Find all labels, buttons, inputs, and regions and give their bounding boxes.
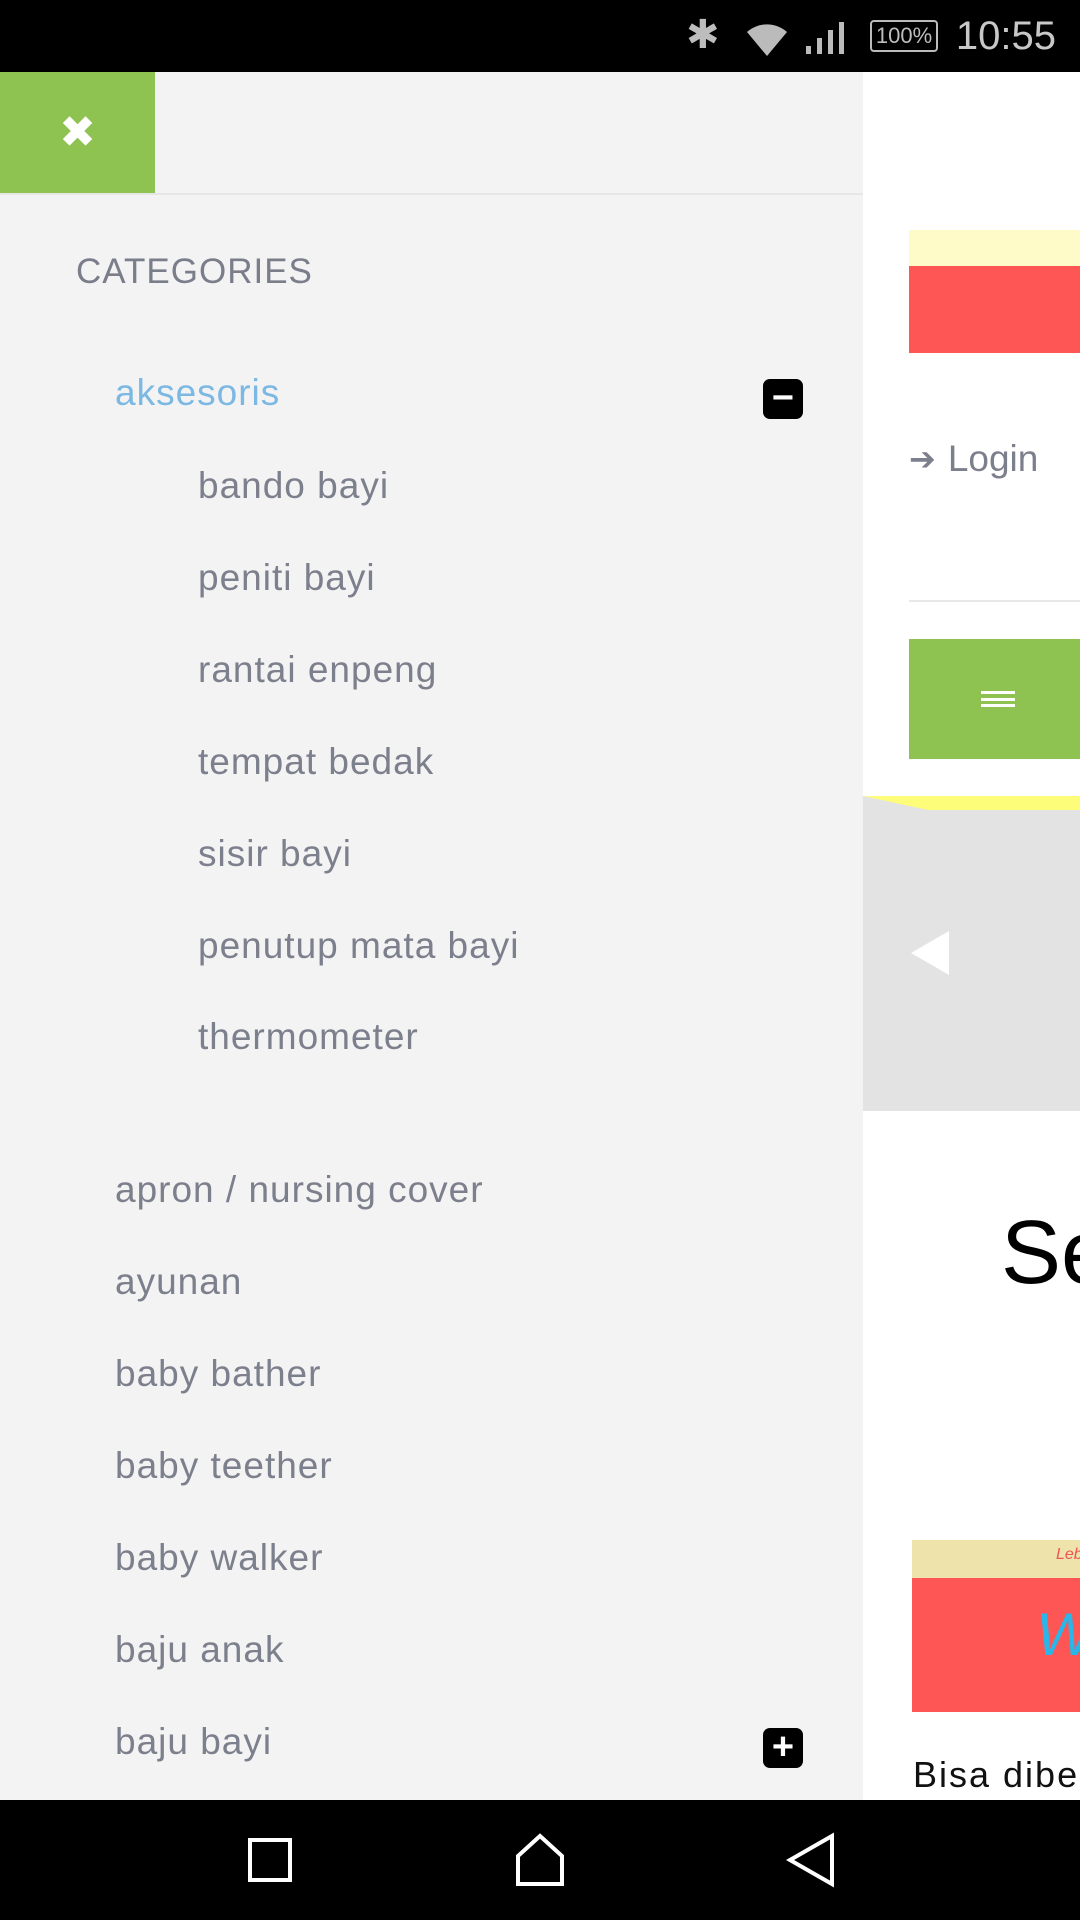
collapse-minus-icon[interactable]: −: [763, 379, 803, 419]
back-button[interactable]: [780, 1830, 840, 1890]
divider: [0, 193, 863, 195]
category-item[interactable]: apron / nursing cover: [115, 1169, 484, 1211]
hamburger-icon: [981, 691, 1015, 707]
close-icon: ✖: [59, 108, 96, 157]
promo-banner[interactable]: Leb W: [912, 1540, 1080, 1712]
page-content: ➔ Login Se Leb W Bisa dibe: [863, 72, 1080, 1800]
recents-button[interactable]: [240, 1830, 300, 1890]
bluetooth-icon: ✱: [686, 13, 720, 57]
login-link[interactable]: ➔ Login: [909, 438, 1038, 480]
divider: [909, 600, 1080, 602]
section-heading: Se: [1001, 1203, 1080, 1303]
menu-button[interactable]: [909, 639, 1080, 759]
clock: 10:55: [955, 14, 1056, 58]
subcategory-item[interactable]: penutup mata bayi: [198, 925, 519, 967]
home-button[interactable]: [510, 1830, 570, 1890]
recents-icon: [248, 1838, 292, 1882]
product-description: Bisa dibe: [913, 1754, 1080, 1795]
status-bar: ✱ 100% 10:55: [0, 0, 1080, 72]
category-item[interactable]: baby teether: [115, 1445, 333, 1487]
category-item[interactable]: ayunan: [115, 1261, 242, 1303]
subcategory-item[interactable]: thermometer: [198, 1016, 419, 1058]
category-item[interactable]: baby bather: [115, 1353, 321, 1395]
subcategory-item[interactable]: tempat bedak: [198, 741, 434, 783]
subcategory-item[interactable]: peniti bayi: [198, 557, 376, 599]
subcategory-item[interactable]: sisir bayi: [198, 833, 352, 875]
category-item[interactable]: baju bayi: [115, 1721, 272, 1763]
expand-plus-icon[interactable]: +: [763, 1728, 803, 1768]
subcategory-item[interactable]: bando bayi: [198, 465, 389, 507]
header-banner[interactable]: [909, 230, 1080, 353]
signal-icon: [806, 22, 844, 54]
navigation-bar: [0, 1800, 1080, 1920]
image-slider[interactable]: [863, 796, 1080, 1111]
battery-indicator: 100%: [870, 20, 938, 52]
sign-in-icon: ➔: [909, 441, 936, 477]
subcategory-item[interactable]: rantai enpeng: [198, 649, 437, 691]
category-item[interactable]: baby walker: [115, 1537, 323, 1579]
slider-prev-icon[interactable]: [911, 931, 949, 975]
wifi-icon: [747, 24, 787, 56]
close-drawer-button[interactable]: ✖: [0, 72, 155, 193]
category-aksesoris[interactable]: aksesoris: [115, 372, 280, 414]
categories-drawer: ✖ CATEGORIES aksesoris − bando bayi peni…: [0, 72, 863, 1800]
category-item[interactable]: baju anak: [115, 1629, 284, 1671]
drawer-title: CATEGORIES: [76, 252, 313, 291]
